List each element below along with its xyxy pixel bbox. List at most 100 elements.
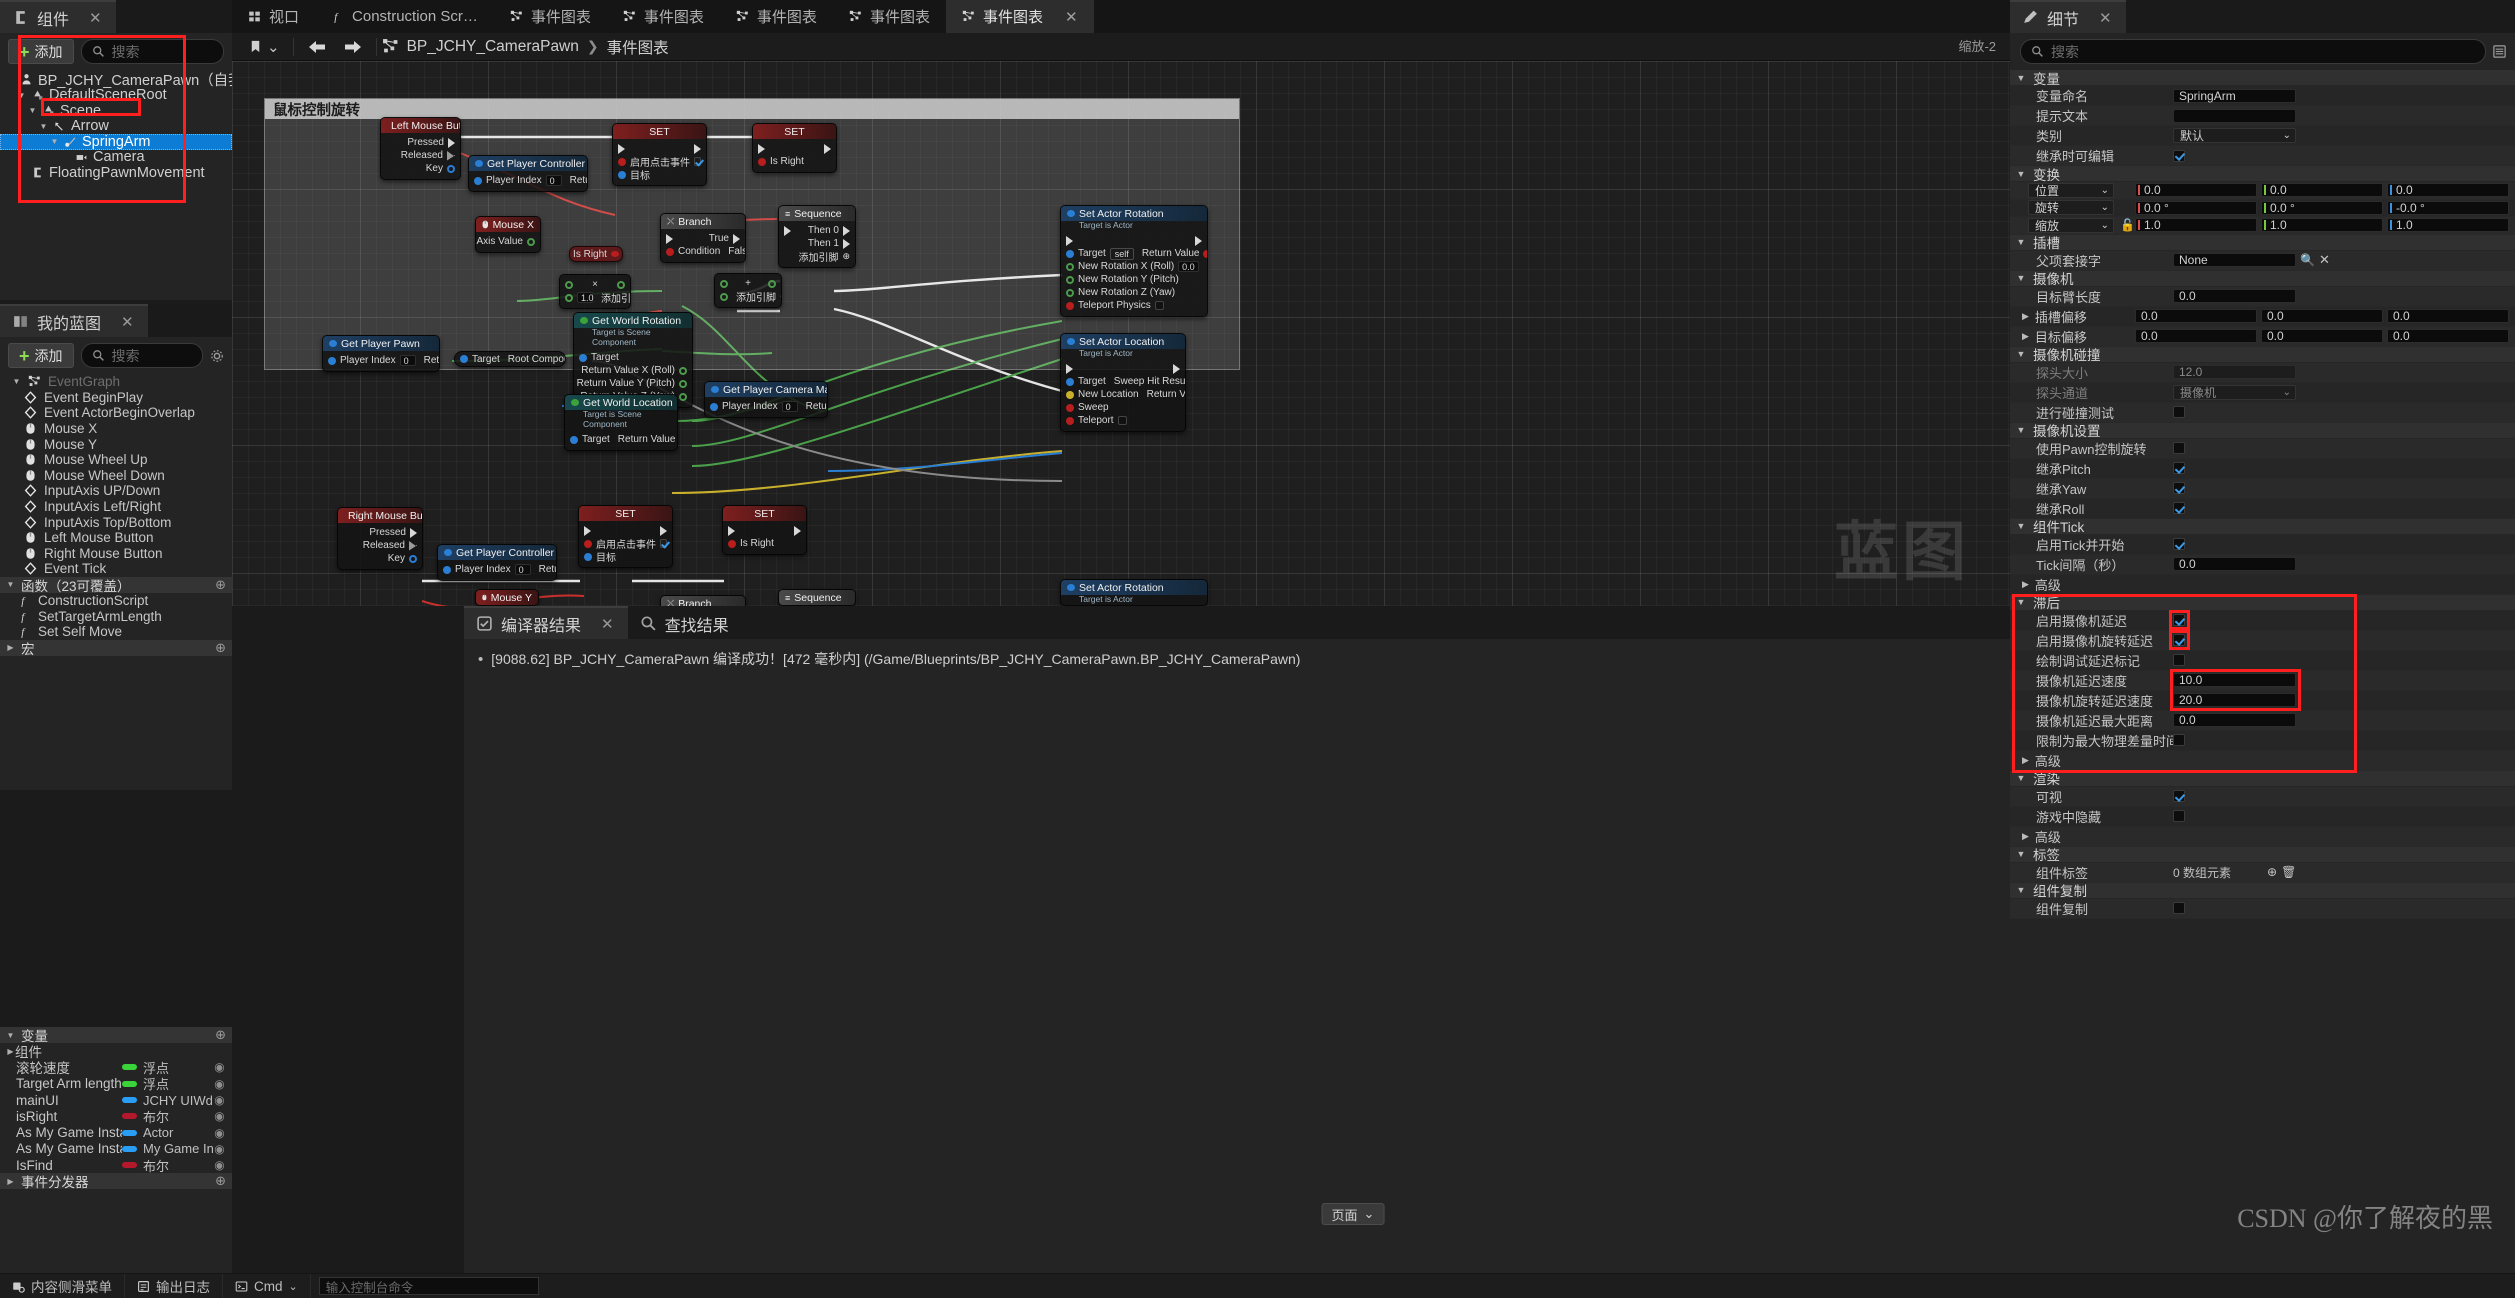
graph-tab-1[interactable]: f Construction Scr…	[315, 0, 494, 33]
pin-value-input[interactable]: 0	[781, 401, 798, 412]
expand-caret[interactable]: ▼	[2016, 885, 2026, 895]
variable-row-3[interactable]: isRight 布尔 ◉	[0, 1108, 232, 1125]
pin-rot-x[interactable]: New Rotation X (Roll) 0.0	[1061, 260, 1207, 273]
navigate-forward-button[interactable]	[335, 36, 371, 58]
plus-circle-icon[interactable]: ⊕	[2267, 865, 2277, 879]
prop-checkbox[interactable]	[2173, 406, 2185, 418]
components-search-input[interactable]: 搜索	[80, 39, 224, 64]
pin-exec-row[interactable]	[1061, 234, 1207, 247]
details-category-2[interactable]: ▼ 插槽	[2010, 234, 2515, 251]
pin-player-index[interactable]: Player Index 0 Return Value	[705, 400, 827, 413]
blueprint-event-row-1[interactable]: Event ActorBeginOverlap	[0, 405, 232, 421]
node-multiply[interactable]: × 1.0 添加引脚 ⊕	[559, 274, 631, 309]
node-get-is-right[interactable]: Is Right	[569, 246, 623, 262]
details-search-input[interactable]: 搜索	[2020, 39, 2486, 64]
prop-checkbox[interactable]	[2173, 614, 2185, 626]
details-prop-10-0[interactable]: 组件复制	[2010, 898, 2515, 919]
pin-exec-true[interactable]: True	[661, 232, 745, 245]
pin-target[interactable]: Target	[574, 351, 692, 364]
pin-is-right[interactable]: Is Right	[753, 155, 836, 168]
details-prop-0-0[interactable]: 变量命名 SpringArm	[2010, 86, 2515, 106]
expand-caret[interactable]: ▶	[2022, 579, 2029, 590]
prop-text-input[interactable]: 0.0	[2173, 289, 2296, 303]
details-prop-6-2[interactable]: ▶ 高级	[2010, 574, 2515, 595]
expand-caret[interactable]: ▼	[6, 1031, 15, 1040]
myblueprint-search-input[interactable]: 搜索	[80, 343, 203, 368]
details-prop-7-7[interactable]: ▶ 高级	[2010, 750, 2515, 771]
expand-caret[interactable]: ▼	[2016, 237, 2026, 247]
prop-dropdown[interactable]: 默认 ⌄	[2173, 128, 2296, 143]
node-sequence-2[interactable]: ≡ Sequence	[778, 589, 856, 606]
prop-axis-x-input[interactable]: 0.0	[2135, 183, 2257, 198]
expand-caret[interactable]: ▶	[2022, 755, 2029, 766]
details-category-0[interactable]: ▼ 变量	[2010, 70, 2515, 87]
blueprint-section-eventgraph[interactable]: ▼ EventGraph	[0, 374, 232, 390]
blueprint-function-row-2[interactable]: f Set Self Move	[0, 624, 232, 640]
blueprint-event-row-10[interactable]: Right Mouse Button	[0, 546, 232, 562]
pin-pressed[interactable]: Pressed	[381, 136, 460, 149]
details-prop-3-1[interactable]: ▶ 插槽偏移 0.0 0.0 0.0	[2010, 306, 2515, 327]
prop-checkbox[interactable]	[2173, 734, 2185, 746]
pin-rot-z[interactable]: New Rotation Z (Yaw)	[1061, 286, 1207, 299]
prop-axis-y-input[interactable]: 1.0	[2261, 218, 2383, 233]
details-category-10[interactable]: ▼ 组件复制	[2010, 882, 2515, 899]
node-left-mouse-button[interactable]: Left Mouse Button Pressed Released Key	[380, 117, 461, 180]
pin-value-input[interactable]: 0	[514, 564, 531, 575]
pin-value-input[interactable]: 0	[545, 175, 562, 186]
pin-value-input[interactable]: 1.0	[577, 292, 594, 303]
prop-checkbox[interactable]	[2173, 538, 2185, 550]
expand-caret[interactable]: ▼	[2016, 73, 2026, 83]
graph-tab-3[interactable]: 事件图表	[607, 0, 720, 33]
tab-find-results[interactable]: 查找结果	[627, 606, 743, 639]
prop-checkbox[interactable]	[2173, 482, 2185, 494]
pin-released[interactable]: Released	[381, 149, 460, 162]
close-icon[interactable]: ✕	[601, 615, 614, 633]
prop-vec-input-2[interactable]: 0.0	[2387, 309, 2509, 323]
eye-icon[interactable]: ◉	[213, 1060, 226, 1074]
expand-caret[interactable]: ▶	[6, 1177, 15, 1186]
pin-target[interactable]: Target self Return Value	[1061, 247, 1207, 260]
prop-checkbox[interactable]	[2173, 149, 2185, 162]
expand-caret[interactable]: ▼	[28, 106, 37, 115]
expand-caret[interactable]: ▼	[2016, 169, 2026, 179]
expand-caret[interactable]: ▼	[2016, 425, 2026, 435]
self-reference[interactable]: self	[1109, 247, 1134, 260]
blueprint-event-row-4[interactable]: Mouse Wheel Up	[0, 452, 232, 468]
node-get-player-pawn[interactable]: Get Player Pawn Player Index 0 Return Va…	[322, 335, 440, 372]
expand-caret[interactable]: ▼	[2016, 273, 2026, 283]
status-item-0[interactable]: 内容侧滑菜单	[0, 1273, 125, 1298]
prop-checkbox[interactable]	[2173, 462, 2185, 474]
details-prop-0-2[interactable]: 类别 默认 ⌄	[2010, 126, 2515, 146]
variable-row-4[interactable]: As My Game Instance Actor ◉	[0, 1124, 232, 1140]
eye-icon[interactable]: ◉	[213, 1093, 226, 1107]
close-icon[interactable]: ✕	[1065, 8, 1078, 26]
prop-axis-z-input[interactable]: 0.0	[2387, 183, 2509, 198]
details-prop-5-1[interactable]: 继承Pitch	[2010, 458, 2515, 479]
node-branch-2[interactable]: ⤬ Branch	[660, 595, 746, 606]
close-icon[interactable]: ✕	[121, 313, 134, 331]
details-category-8[interactable]: ▼ 渲染	[2010, 770, 2515, 787]
breadcrumb-leaf[interactable]: 事件图表	[607, 36, 669, 58]
checkbox[interactable]	[1154, 301, 1164, 310]
eye-icon[interactable]: ◉	[213, 1142, 226, 1156]
prop-checkbox[interactable]	[2173, 442, 2185, 454]
node-set-is-right-2[interactable]: SET Is Right	[722, 505, 807, 555]
status-item-2[interactable]: Cmd ⌄	[223, 1273, 311, 1298]
node-branch[interactable]: ⤬ Branch True Condition False	[660, 213, 746, 263]
blueprint-canvas[interactable]: 鼠标控制旋转 蓝图 Left Mouse Button Pressed	[232, 61, 2010, 606]
prop-text-input[interactable]	[2173, 108, 2296, 123]
details-prop-6-0[interactable]: 启用Tick并开始	[2010, 534, 2515, 555]
checkbox[interactable]	[1117, 416, 1127, 425]
prop-text-input[interactable]: 20.0	[2173, 693, 2296, 707]
checkbox[interactable]	[694, 157, 701, 166]
expand-caret[interactable]: ▼	[50, 137, 59, 146]
navigate-back-button[interactable]	[299, 36, 335, 58]
node-get-player-controller-2[interactable]: Get Player Controller Player Index 0 Ret…	[437, 544, 557, 581]
status-item-1[interactable]: 输出日志	[125, 1273, 223, 1298]
details-prop-1-1[interactable]: 旋转 ⌄ 0.0 ° 0.0 ° -0.0 °	[2010, 199, 2515, 217]
gear-icon[interactable]	[210, 349, 224, 363]
pin-released[interactable]: Released	[338, 539, 422, 552]
eye-icon[interactable]: ◉	[213, 1109, 226, 1123]
eye-icon[interactable]: ◉	[213, 1158, 226, 1172]
pin-teleport-physics[interactable]: Teleport Physics	[1061, 299, 1207, 312]
